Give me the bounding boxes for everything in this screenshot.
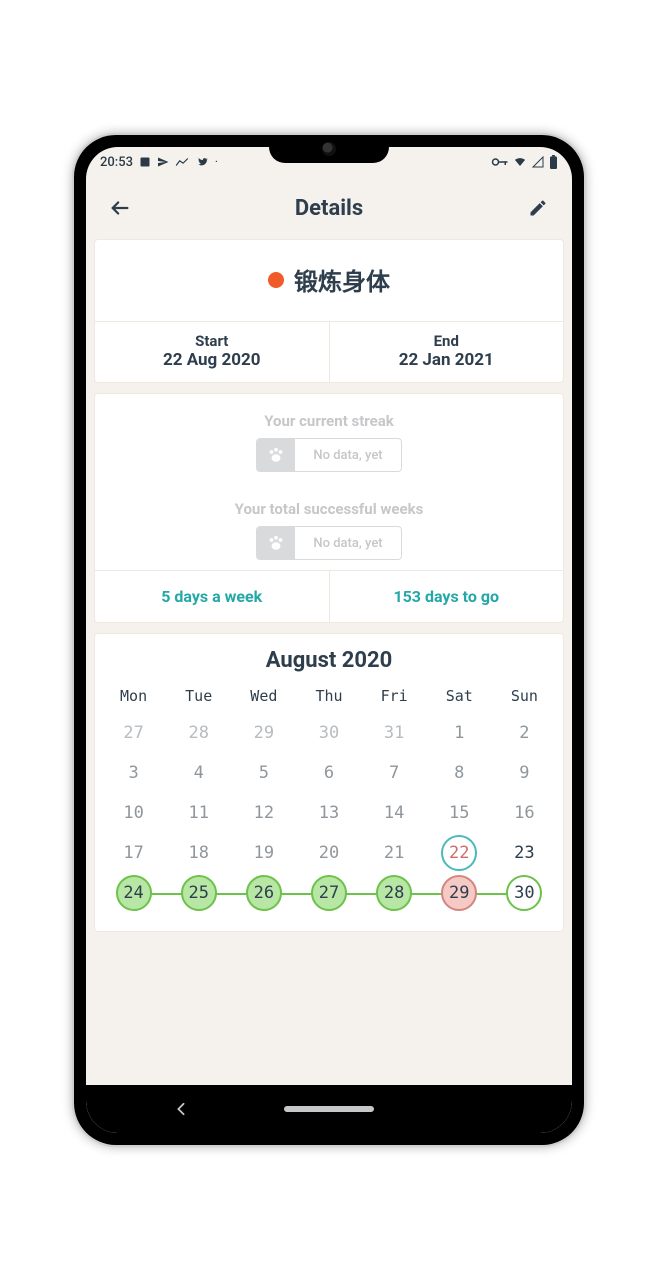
calendar-day[interactable]: 12 <box>231 793 296 833</box>
total-weeks-value: No data, yet <box>295 536 400 551</box>
weekday-label: Fri <box>362 687 427 705</box>
nav-back-icon[interactable] <box>175 1102 187 1116</box>
calendar-day[interactable]: 7 <box>362 753 427 793</box>
phone-notch <box>269 135 389 163</box>
calendar-row: 17181920212223 <box>101 833 557 873</box>
weekday-label: Sat <box>427 687 492 705</box>
end-value: 22 Jan 2021 <box>330 350 564 370</box>
date-range-row: Start 22 Aug 2020 End 22 Jan 2021 <box>95 321 563 382</box>
signal-icon <box>531 156 545 168</box>
current-streak-value: No data, yet <box>295 448 400 463</box>
paw-icon <box>257 439 295 471</box>
calendar-day[interactable]: 14 <box>362 793 427 833</box>
calendar-day[interactable]: 17 <box>101 833 166 873</box>
current-streak-badge: No data, yet <box>256 438 401 472</box>
weekday-label: Tue <box>166 687 231 705</box>
calendar-day[interactable]: 21 <box>362 833 427 873</box>
calendar-day[interactable]: 30 <box>296 713 361 753</box>
end-label: End <box>330 332 564 350</box>
page-title: Details <box>295 196 363 221</box>
calendar-day[interactable]: 18 <box>166 833 231 873</box>
status-dot-icon: · <box>215 157 218 168</box>
start-value: 22 Aug 2020 <box>95 350 329 370</box>
calendar-day[interactable]: 15 <box>427 793 492 833</box>
remaining-value: 153 days to go <box>330 571 564 622</box>
arrow-left-icon <box>109 197 131 219</box>
start-label: Start <box>95 332 329 350</box>
calendar-day[interactable]: 4 <box>166 753 231 793</box>
appbar: Details <box>86 177 572 239</box>
calendar-day[interactable]: 6 <box>296 753 361 793</box>
pencil-icon <box>528 198 548 218</box>
calendar-day[interactable]: 1 <box>427 713 492 753</box>
calendar-day[interactable]: 20 <box>296 833 361 873</box>
habit-card: 锻炼身体 Start 22 Aug 2020 End 22 Jan 2021 <box>94 239 564 383</box>
calendar-row: 272829303112 <box>101 713 557 753</box>
calendar-day[interactable]: 2 <box>492 713 557 753</box>
twitter-icon <box>195 156 209 168</box>
calendar-day[interactable]: 22 <box>427 833 492 873</box>
streak-card: Your current streak No data, yet Your to… <box>94 393 564 623</box>
month-title: August 2020 <box>101 648 557 673</box>
calendar-day[interactable]: 11 <box>166 793 231 833</box>
calendar-day[interactable]: 16 <box>492 793 557 833</box>
total-weeks-badge: No data, yet <box>256 526 401 560</box>
nav-home-pill[interactable] <box>284 1106 374 1112</box>
calendar-card: August 2020 MonTueWedThuFriSatSun 272829… <box>94 633 564 932</box>
chart-icon <box>175 157 189 167</box>
calendar-row: 10111213141516 <box>101 793 557 833</box>
edit-button[interactable] <box>522 192 554 224</box>
calendar-day[interactable]: 29 <box>231 713 296 753</box>
battery-icon <box>549 155 558 169</box>
calendar-row: 3456789 <box>101 753 557 793</box>
calendar-day[interactable]: 3 <box>101 753 166 793</box>
calendar-day[interactable]: 10 <box>101 793 166 833</box>
end-date-cell: End 22 Jan 2021 <box>330 322 564 382</box>
calendar-day[interactable]: 27 <box>101 713 166 753</box>
calendar-grid: 2728293031123456789101112131415161718192… <box>101 713 557 913</box>
calendar-row: 24252627282930 <box>101 873 557 913</box>
calendar-day[interactable]: 8 <box>427 753 492 793</box>
status-time: 20:53 <box>100 155 133 170</box>
start-date-cell: Start 22 Aug 2020 <box>95 322 330 382</box>
calendar-day[interactable]: 28 <box>166 713 231 753</box>
habit-name: 锻炼身体 <box>294 262 390 297</box>
weekday-label: Mon <box>101 687 166 705</box>
vpn-key-icon <box>491 156 509 168</box>
calendar-day[interactable]: 23 <box>492 833 557 873</box>
calendar-day[interactable]: 19 <box>231 833 296 873</box>
habit-color-dot <box>268 272 284 288</box>
calendar-day[interactable]: 13 <box>296 793 361 833</box>
phone-frame: 20:53 · Details <box>74 135 584 1145</box>
weekday-label: Thu <box>296 687 361 705</box>
image-icon <box>139 156 151 168</box>
calendar-day[interactable]: 5 <box>231 753 296 793</box>
screen: 20:53 · Details <box>86 147 572 1133</box>
wifi-icon <box>513 156 527 168</box>
weekday-label: Wed <box>231 687 296 705</box>
calendar-day[interactable]: 31 <box>362 713 427 753</box>
paw-icon <box>257 527 295 559</box>
weekday-header-row: MonTueWedThuFriSatSun <box>101 687 557 705</box>
calendar-day[interactable]: 9 <box>492 753 557 793</box>
send-icon <box>157 156 169 168</box>
current-streak-label: Your current streak <box>95 412 563 430</box>
back-button[interactable] <box>104 192 136 224</box>
android-navbar <box>86 1085 572 1133</box>
total-weeks-label: Your total successful weeks <box>95 500 563 518</box>
frequency-value: 5 days a week <box>95 571 330 622</box>
weekday-label: Sun <box>492 687 557 705</box>
